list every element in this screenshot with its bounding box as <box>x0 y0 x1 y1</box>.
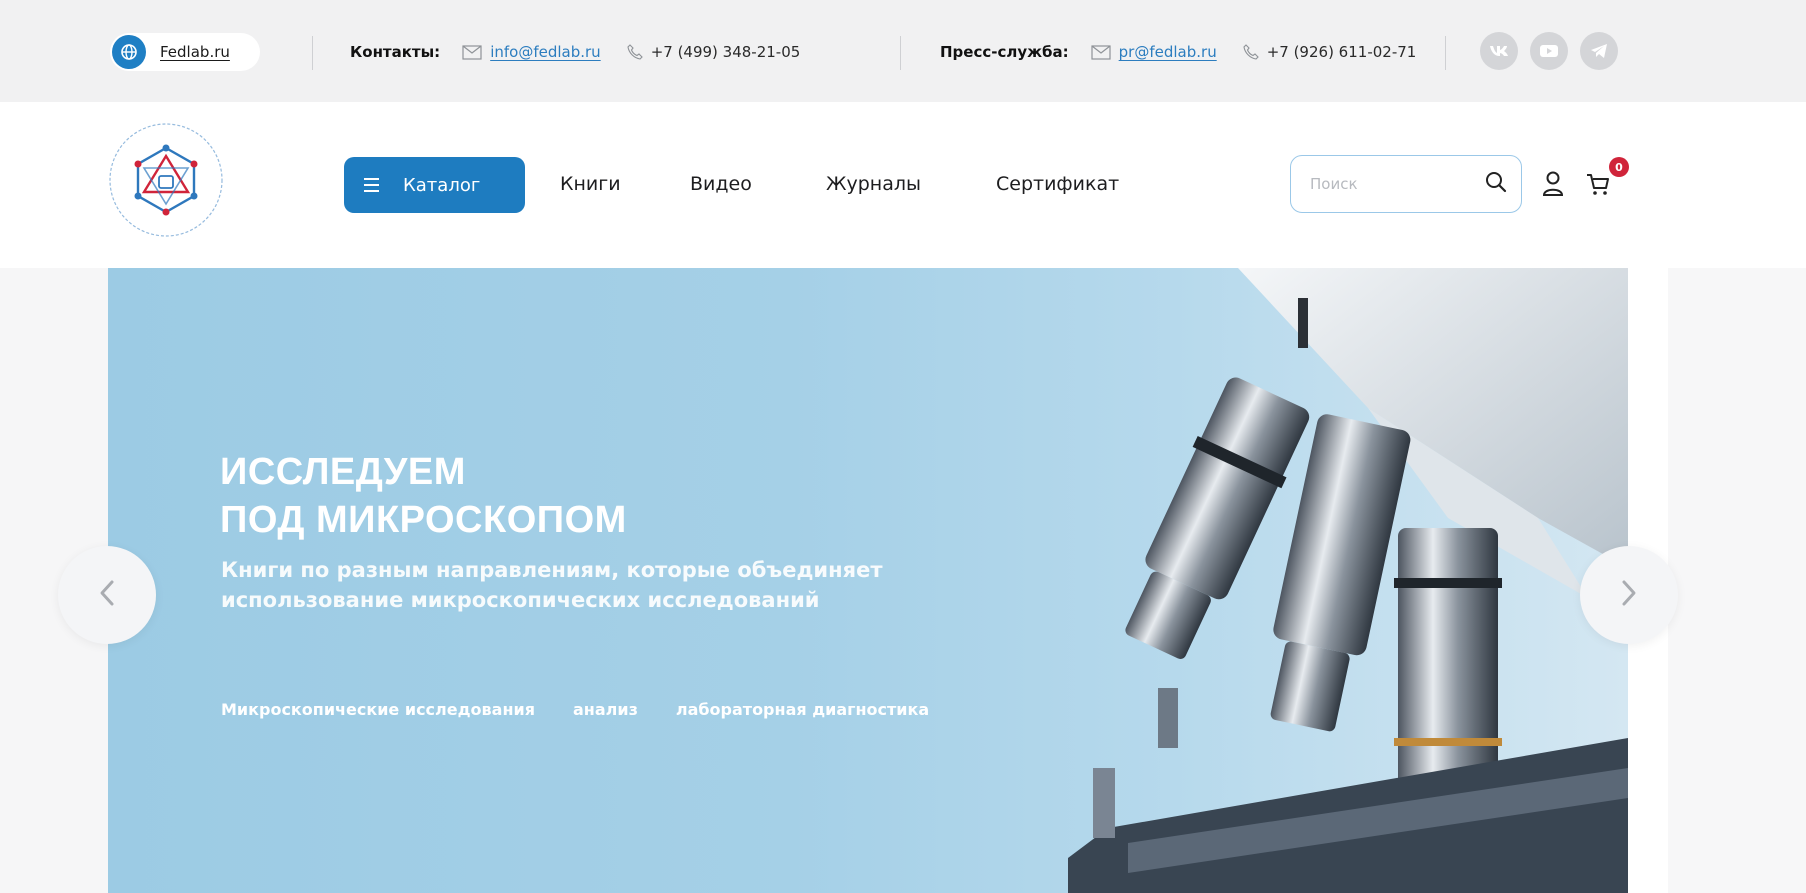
chevron-left-icon <box>99 579 115 611</box>
divider <box>1445 36 1446 70</box>
vk-icon[interactable] <box>1480 32 1518 70</box>
chevron-right-icon <box>1621 579 1637 611</box>
search-box <box>1290 155 1522 213</box>
hero-tag-analysis[interactable]: анализ <box>573 700 638 719</box>
next-slide-peek <box>1668 268 1806 893</box>
hero-tag-microscopy[interactable]: Микроскопические исследования <box>221 700 535 719</box>
divider <box>312 36 313 70</box>
contacts-phone[interactable]: +7 (499) 348-21-05 <box>651 43 801 61</box>
nav-item-certificate[interactable]: Сертификат <box>996 173 1119 195</box>
top-info-bar: Fedlab.ru Контакты: info@fedlab.ru +7 (4… <box>0 0 1806 102</box>
hero-tags: Микроскопические исследования анализ лаб… <box>221 700 929 719</box>
press-email-link[interactable]: pr@fedlab.ru <box>1119 43 1217 61</box>
mail-icon <box>462 44 482 60</box>
nav-item-books[interactable]: Книги <box>560 173 621 195</box>
microscope-illustration <box>1068 268 1628 893</box>
federation-logo[interactable] <box>104 118 228 242</box>
slider-prev-button[interactable] <box>58 546 156 644</box>
globe-icon <box>112 35 146 69</box>
cart-count-badge: 0 <box>1609 157 1629 177</box>
mail-icon <box>1091 44 1111 60</box>
hero-tag-lab-diagnostics[interactable]: лабораторная диагностика <box>676 700 929 719</box>
press-phone[interactable]: +7 (926) 611-02-71 <box>1267 43 1417 61</box>
contacts-label: Контакты: <box>350 43 441 61</box>
site-link[interactable]: Fedlab.ru <box>160 43 230 61</box>
menu-icon <box>364 178 379 192</box>
hero-title-line1: ИССЛЕДУЕМ <box>220 451 466 493</box>
nav-item-journals[interactable]: Журналы <box>826 173 921 195</box>
divider <box>900 36 901 70</box>
hero-title-line2: ПОД МИКРОСКОПОМ <box>220 499 627 541</box>
phone-icon <box>627 44 643 60</box>
hero-title: ИССЛЕДУЕМ ПОД МИКРОСКОПОМ <box>220 448 627 544</box>
site-link-pill[interactable]: Fedlab.ru <box>110 33 260 71</box>
catalog-button[interactable]: Каталог <box>344 157 525 213</box>
press-group: Пресс-служба: pr@fedlab.ru +7 (926) 611-… <box>940 43 1416 61</box>
cart-icon[interactable] <box>1585 171 1611 197</box>
press-label: Пресс-служба: <box>940 43 1069 61</box>
nav-item-video[interactable]: Видео <box>690 173 752 195</box>
contacts-group: Контакты: info@fedlab.ru +7 (499) 348-21… <box>350 43 800 61</box>
contacts-email-link[interactable]: info@fedlab.ru <box>490 43 601 61</box>
hero-subtitle: Книги по разным направлениям, которые об… <box>221 555 1041 615</box>
hero-subtitle-line2: использование микроскопических исследова… <box>221 588 820 612</box>
search-input[interactable] <box>1310 175 1485 193</box>
hero-subtitle-line1: Книги по разным направлениям, которые об… <box>221 558 883 582</box>
youtube-icon[interactable] <box>1530 32 1568 70</box>
telegram-icon[interactable] <box>1580 32 1618 70</box>
search-icon[interactable] <box>1485 171 1507 197</box>
catalog-label: Каталог <box>403 174 481 196</box>
user-icon[interactable] <box>1541 170 1565 198</box>
slider-next-button[interactable] <box>1580 546 1678 644</box>
social-links <box>1480 32 1618 70</box>
hero-slide[interactable]: ИССЛЕДУЕМ ПОД МИКРОСКОПОМ Книги по разны… <box>108 268 1628 893</box>
phone-icon <box>1243 44 1259 60</box>
